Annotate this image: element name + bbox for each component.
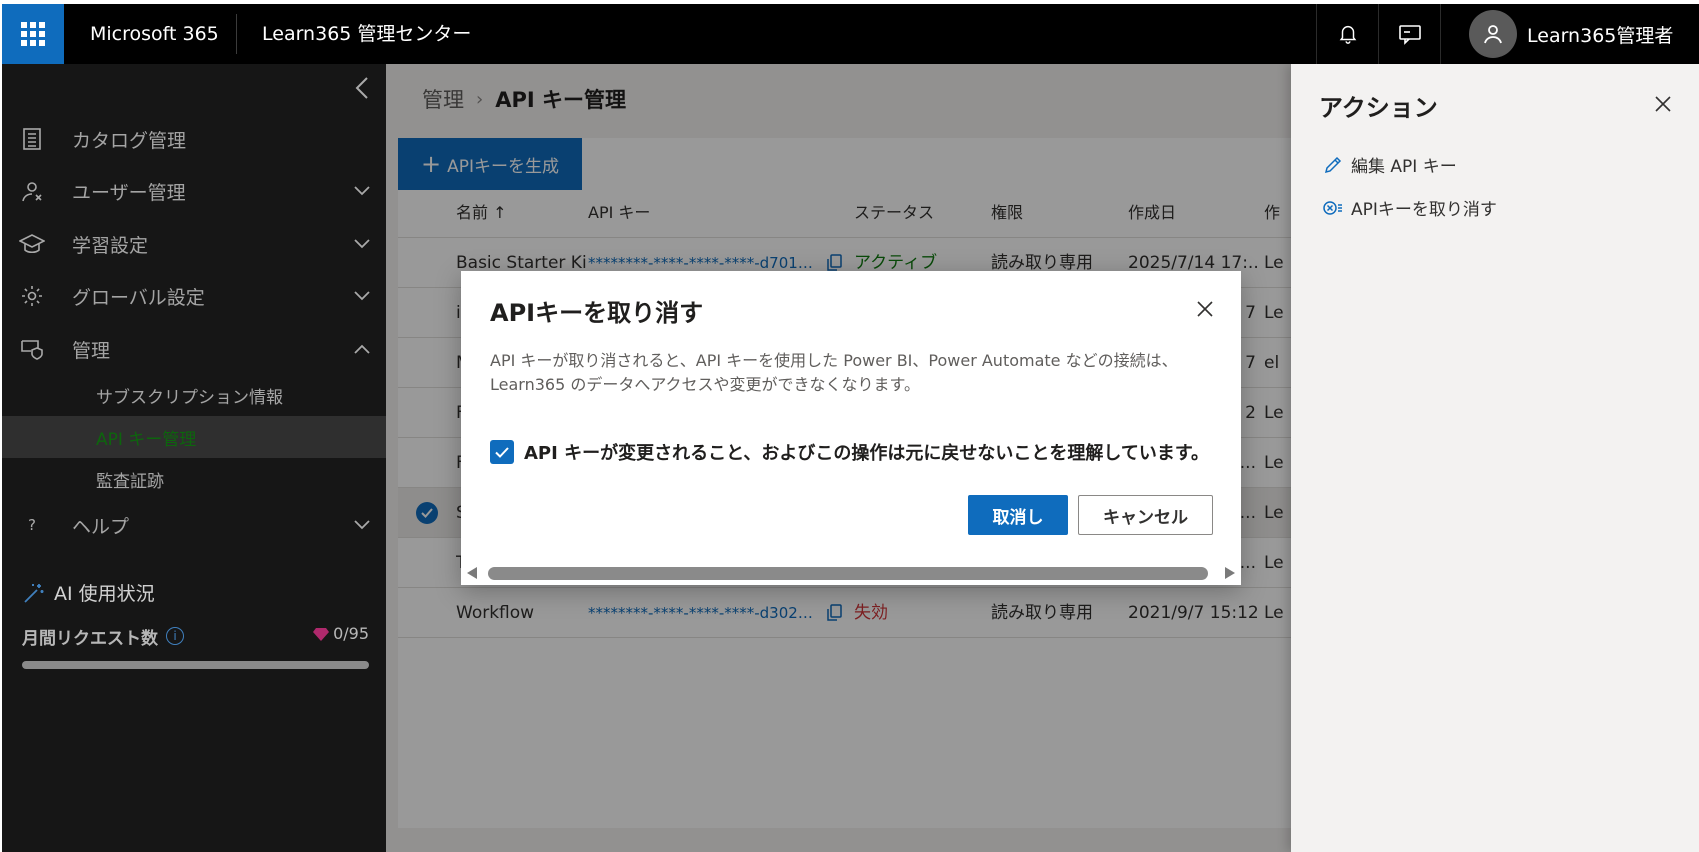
notifications-button[interactable] [1316, 4, 1378, 64]
close-action-panel-button[interactable] [1651, 92, 1675, 116]
sidebar-item-learning[interactable]: 学習設定 [2, 220, 386, 268]
sidebar-item-catalog[interactable]: カタログ管理 [2, 115, 386, 163]
brand-name[interactable]: Microsoft 365 [90, 4, 219, 64]
sidebar-subitem-subscription[interactable]: サブスクリプション情報 [2, 374, 386, 416]
revoke-button[interactable]: 取消し [968, 495, 1068, 535]
avatar [1469, 10, 1517, 58]
sidebar-item-label: ヘルプ [72, 515, 130, 538]
checkmark-icon [495, 446, 509, 458]
edit-api-key-action[interactable]: 編集 API キー [1323, 152, 1457, 177]
request-progress-bar [22, 661, 369, 669]
sidebar-item-label: カタログ管理 [72, 129, 187, 152]
revoke-icon [1323, 200, 1342, 215]
sidebar-subitem-api-keys[interactable]: API キー管理 [2, 416, 386, 458]
dialog-message: API キーが取り消されると、API キーを使用した Power BI、Powe… [490, 349, 1210, 397]
learning-icon [18, 230, 46, 258]
sidebar-subitem-audit[interactable]: 監査証跡 [2, 458, 386, 500]
ai-usage-label: AI 使用状況 [54, 583, 155, 605]
scroll-left-arrow[interactable] [467, 567, 477, 579]
revoke-api-key-label: APIキーを取り消す [1351, 200, 1497, 220]
sidebar-item-label: ユーザー管理 [72, 181, 186, 204]
sidebar-item-admin[interactable]: 管理 [2, 325, 386, 373]
chevron-down-icon [352, 181, 372, 201]
profile-menu[interactable]: Learn365管理者 [1440, 4, 1699, 64]
revoke-api-key-dialog: APIキーを取り消す API キーが取り消されると、API キーを使用した Po… [461, 271, 1241, 585]
cancel-button[interactable]: キャンセル [1078, 495, 1213, 535]
sidebar: カタログ管理 ユーザー管理 学習設定 グローバル設定 管理 サブスクリプション情… [2, 64, 386, 852]
monthly-requests: 月間リクエスト数 i 0/95 [22, 624, 369, 649]
shield-icon [18, 335, 46, 363]
bell-icon [1339, 26, 1356, 44]
top-bar: Microsoft 365 Learn365 管理センター Learn365管理… [2, 4, 1699, 64]
dialog-title: APIキーを取り消す [490, 299, 704, 327]
close-icon [1197, 301, 1213, 317]
feedback-button[interactable] [1378, 4, 1440, 64]
sidebar-item-help[interactable]: ? ヘルプ [2, 501, 386, 549]
request-count-text: 0/95 [333, 624, 369, 643]
collapse-sidebar-button[interactable] [350, 74, 374, 102]
dialog-message-line: API キーが取り消されると、API キーを使用した Power BI、Powe… [490, 351, 1178, 370]
chevron-up-icon [352, 339, 372, 359]
waffle-icon [21, 22, 45, 46]
person-icon [1484, 25, 1502, 44]
app-launcher-button[interactable] [2, 4, 64, 64]
gear-icon [18, 282, 46, 310]
feedback-icon [1398, 25, 1421, 45]
app-title[interactable]: Learn365 管理センター [262, 4, 471, 64]
action-panel-title: アクション [1319, 94, 1438, 122]
catalog-icon [18, 125, 46, 153]
close-icon [1655, 96, 1671, 112]
sidebar-item-global-settings[interactable]: グローバル設定 [2, 272, 386, 320]
pencil-icon [1324, 156, 1342, 173]
chevron-down-icon [352, 234, 372, 254]
revoke-api-key-action[interactable]: APIキーを取り消す [1323, 195, 1497, 220]
user-name: Learn365管理者 [1527, 24, 1674, 47]
users-icon [18, 177, 46, 205]
dialog-message-line: Learn365 のデータへアクセスや変更ができなくなります。 [490, 375, 920, 394]
chevron-down-icon [352, 286, 372, 306]
topbar-divider [236, 14, 237, 54]
help-icon: ? [28, 516, 36, 534]
monthly-requests-label: 月間リクエスト数 [22, 628, 158, 649]
horizontal-scrollbar[interactable] [461, 561, 1241, 585]
edit-api-key-label: 編集 API キー [1351, 157, 1457, 177]
scroll-right-arrow[interactable] [1225, 567, 1235, 579]
info-icon[interactable]: i [166, 627, 184, 645]
ai-usage-title: AI 使用状況 [22, 579, 155, 606]
sidebar-item-users[interactable]: ユーザー管理 [2, 167, 386, 215]
scrollbar-thumb[interactable] [488, 567, 1208, 580]
sidebar-item-label: グローバル設定 [72, 286, 205, 309]
magic-wand-icon [24, 583, 44, 603]
checkbox-checked[interactable] [490, 440, 514, 464]
request-count: 0/95 [313, 624, 369, 643]
chevron-down-icon [352, 515, 372, 535]
chevron-left-icon [355, 77, 368, 99]
confirm-checkbox-label: API キーが変更されること、およびこの操作は元に戻せないことを理解しています。 [524, 443, 1210, 464]
gem-icon [313, 627, 330, 641]
sidebar-item-label: 管理 [72, 339, 111, 362]
sidebar-item-label: 学習設定 [72, 234, 149, 257]
close-dialog-button[interactable] [1193, 297, 1217, 321]
confirm-checkbox[interactable]: API キーが変更されること、およびこの操作は元に戻せないことを理解しています。 [490, 439, 1209, 465]
action-panel: アクション 編集 API キー APIキーを取り消す [1291, 64, 1699, 852]
